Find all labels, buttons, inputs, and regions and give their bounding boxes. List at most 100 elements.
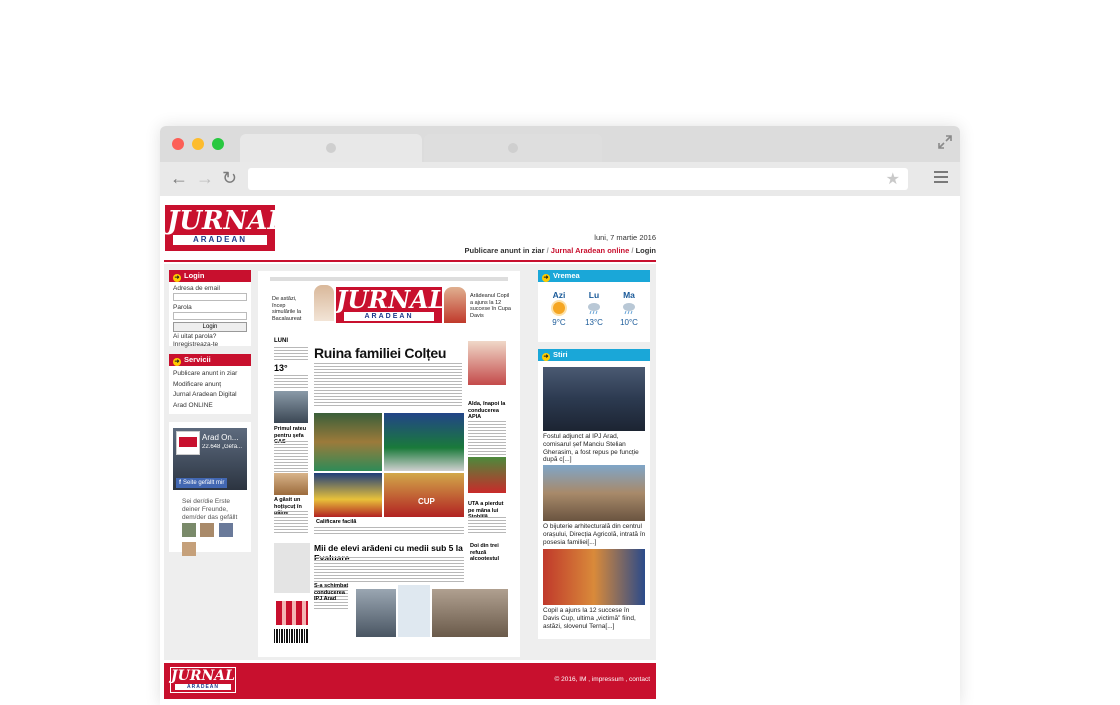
service-link[interactable]: Modificare anunț xyxy=(173,380,247,391)
weather-day: Ma xyxy=(623,290,635,300)
paper-left-text xyxy=(274,511,308,535)
paper-side3: Alda, înapoi la conducerea APIA xyxy=(468,401,506,420)
facebook-friend-thumbs xyxy=(182,523,251,561)
login-button[interactable]: Login xyxy=(173,322,247,332)
news-box: ➜ Stiri Fostul adjunct al IPJ Arad, comis… xyxy=(538,349,650,639)
paper-photo-handball-court xyxy=(314,413,382,471)
facebook-like-button[interactable]: f Seite gefällt mir xyxy=(176,478,228,488)
arrow-right-icon: ➜ xyxy=(173,358,181,366)
service-link[interactable]: Jurnal Aradean Digital xyxy=(173,390,247,401)
paper-teaser-right: Arădeanul Copil a ajuns la 12 succese în… xyxy=(470,293,511,319)
paper-headline: Ruina familiei Colțeu xyxy=(314,345,447,361)
paper-photo-tennis xyxy=(444,287,466,323)
news-photo-3[interactable] xyxy=(543,549,645,605)
browser-window: ← → ↻ ★ JURNAL ARADEAN luni, 7 martie 20… xyxy=(160,126,960,705)
friend-thumb[interactable] xyxy=(218,523,233,537)
page-viewport: JURNAL ARADEAN luni, 7 martie 2016 Publi… xyxy=(160,196,960,705)
paper-logo: JURNAL ARADEAN xyxy=(336,287,446,323)
close-window-button[interactable] xyxy=(172,138,184,150)
newspaper-front-page[interactable]: De astăzi, încep simulările la Bacalaure… xyxy=(258,271,520,657)
browser-tab[interactable] xyxy=(424,134,602,162)
facebook-page-avatar xyxy=(176,431,200,455)
facebook-friends-text: Sei der/die Erste deiner Freunde, dem/de… xyxy=(182,498,238,521)
service-link[interactable]: Arad ONLINE xyxy=(173,401,247,412)
paper-right-text xyxy=(468,517,506,535)
paper-side5: Doi din trei refuză alcootestul xyxy=(470,543,500,562)
paper-photo-celebration: CUP xyxy=(384,473,464,517)
weather-day: Lu xyxy=(588,290,600,300)
paper-barcode xyxy=(274,629,308,643)
paper-masthead-bar xyxy=(270,277,508,281)
paper-photo-football xyxy=(468,457,506,493)
friend-thumb[interactable] xyxy=(182,542,196,556)
services-box: ➜ Servicii Publicare anunt in ziar Modifi… xyxy=(169,354,251,414)
bookmark-star-icon[interactable]: ★ xyxy=(886,169,900,189)
login-box: ➜ Login Adresa de email Parola Login Ai u… xyxy=(169,270,251,349)
paper-right-text xyxy=(468,421,506,457)
site-logo[interactable]: JURNAL ARADEAN xyxy=(165,205,286,251)
service-link[interactable]: Publicare anunt in ziar xyxy=(173,369,247,380)
minimize-window-button[interactable] xyxy=(192,138,204,150)
paper-photo-bread xyxy=(274,473,308,495)
paper-chart-box xyxy=(274,543,310,593)
paper-photo-players xyxy=(384,413,464,471)
email-field[interactable] xyxy=(173,293,247,301)
facebook-icon: f xyxy=(179,480,181,486)
paper-photo-man xyxy=(274,391,308,423)
rain-icon xyxy=(588,303,600,315)
reload-icon[interactable]: ↻ xyxy=(222,168,237,188)
forward-arrow-icon[interactable]: → xyxy=(196,168,214,188)
arrow-right-icon: ➜ xyxy=(542,274,550,282)
paper-day: LUNI xyxy=(274,338,288,344)
paper-photo-team xyxy=(314,473,382,517)
facebook-widget: Arad On... 22.648 „Gefä... f Seite gefäll… xyxy=(169,422,251,556)
facebook-page-name[interactable]: Arad On... xyxy=(202,433,246,442)
footer-logo[interactable]: JURNAL ARADEAN xyxy=(170,667,236,693)
news-caption-3[interactable]: Copil a ajuns la 12 succese în Davis Cup… xyxy=(543,607,647,630)
tab-bar xyxy=(160,126,960,162)
nav-login-link[interactable]: Login xyxy=(636,246,656,255)
weather-box: ➜ Vremea Azi Lu Ma 9°C 13°C 10°C xyxy=(538,270,650,342)
weather-temp: 9°C xyxy=(552,318,566,327)
forgot-password-link[interactable]: Ai uitat parola? xyxy=(173,333,247,341)
register-link[interactable]: Inregistreaza-te xyxy=(173,341,247,349)
nav-publicare-link[interactable]: Publicare anunt in ziar xyxy=(464,246,544,255)
password-field[interactable] xyxy=(173,312,247,320)
arrow-right-icon: ➜ xyxy=(542,353,550,361)
browser-toolbar: ← → ↻ ★ xyxy=(160,162,960,197)
paper-photo-woman xyxy=(314,285,334,321)
email-label: Adresa de email xyxy=(173,285,220,292)
news-photo-1[interactable] xyxy=(543,367,645,431)
paper-teaser-left: De astăzi, încep simulările la Bacalaure… xyxy=(272,296,302,322)
paper-left-text xyxy=(274,441,308,473)
facebook-cover[interactable]: Arad On... 22.648 „Gefä... f Seite gefäll… xyxy=(173,428,247,490)
paper-photo-fashion xyxy=(468,341,506,385)
paper-caption: Calificare facilă xyxy=(316,519,357,525)
browser-tab[interactable] xyxy=(240,134,422,162)
friend-thumb[interactable] xyxy=(200,523,215,537)
news-caption-2[interactable]: O bijuterie arhitecturală din centrul or… xyxy=(543,523,647,546)
address-bar[interactable]: ★ xyxy=(248,168,908,190)
friend-thumb[interactable] xyxy=(182,523,196,537)
news-header: ➜ Stiri xyxy=(538,349,650,361)
back-arrow-icon[interactable]: ← xyxy=(170,168,188,188)
weather-temp: 13°C xyxy=(585,318,603,327)
maximize-window-button[interactable] xyxy=(212,138,224,150)
browser-menu-icon[interactable] xyxy=(934,171,948,186)
news-photo-2[interactable] xyxy=(543,465,645,521)
weather-temp: 10°C xyxy=(620,318,638,327)
site-footer: JURNAL ARADEAN © 2016, IM , impressum , … xyxy=(164,663,656,699)
fullscreen-icon[interactable] xyxy=(938,135,952,149)
news-caption-1[interactable]: Fostul adjunct al IPJ Arad, comisarul șe… xyxy=(543,433,647,464)
weather-day: Azi xyxy=(552,290,566,300)
nav-online-link[interactable]: Jurnal Aradean online xyxy=(551,246,630,255)
facebook-likes: 22.648 „Gefä... xyxy=(202,444,243,450)
weather-header: ➜ Vremea xyxy=(538,270,650,282)
services-header: ➜ Servicii xyxy=(169,354,251,366)
header-divider xyxy=(164,260,656,262)
logo-bottom: ARADEAN xyxy=(173,235,267,245)
paper-left-text xyxy=(274,375,308,389)
footer-links[interactable]: © 2016, IM , impressum , contact xyxy=(555,676,650,683)
paper-info-box xyxy=(398,585,430,637)
paper-bottom-text xyxy=(314,557,464,583)
